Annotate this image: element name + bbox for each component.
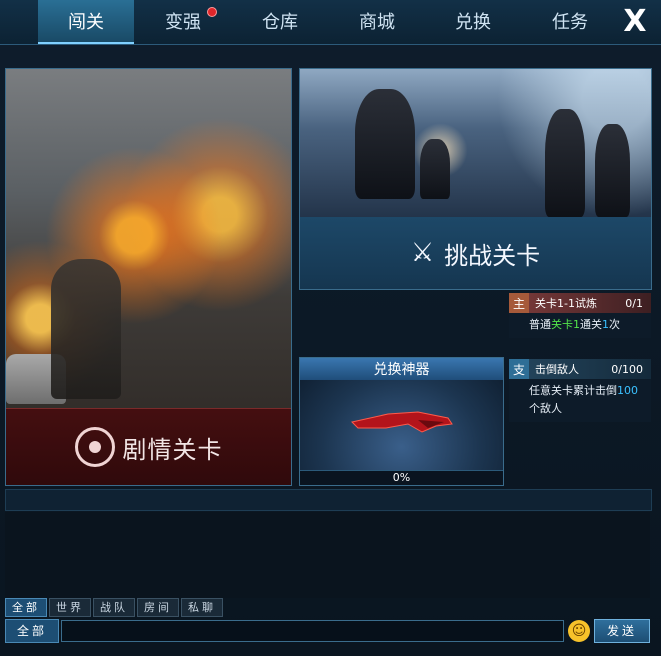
quest-desc-text: 普通 xyxy=(529,318,551,331)
chat-input[interactable] xyxy=(61,620,564,642)
artifact-weapon-icon xyxy=(351,411,453,433)
challenge-mode-card[interactable]: ⚔ 挑战关卡 xyxy=(299,68,652,290)
quest-header: 支 击倒敌人 0/100 xyxy=(509,359,651,379)
soldier-figure xyxy=(355,89,415,199)
chat-notice-strip xyxy=(5,489,652,511)
quest-desc-text: 任意关卡累计击倒 xyxy=(529,384,617,397)
chat-tab-all[interactable]: 全部 xyxy=(5,598,47,617)
tab-exchange[interactable]: 兑换 xyxy=(425,0,521,42)
exchange-artifact-title: 兑换神器 xyxy=(300,358,503,380)
challenge-scene-illustration xyxy=(300,69,651,217)
tab-levels[interactable]: 闯关 xyxy=(38,0,134,44)
chat-channel-tabs: 全部 世界 战队 房间 私聊 xyxy=(5,598,223,617)
chat-channel-select[interactable]: 全部 xyxy=(5,619,59,643)
story-mode-label: 剧情关卡 xyxy=(122,435,223,464)
tab-label: 任务 xyxy=(552,12,588,33)
soldier-figure xyxy=(420,139,450,199)
exchange-progress-bar: 0% xyxy=(300,470,503,485)
quest-main[interactable]: 主 关卡1-1试炼 0/1 普通关卡1通关1次 xyxy=(509,293,651,338)
chat-messages-area[interactable] xyxy=(5,512,650,598)
chat-input-row: 全部 ☺ 发送 xyxy=(5,619,650,643)
quest-type-tag: 支 xyxy=(509,359,529,379)
soldier-illustration xyxy=(51,259,121,399)
chat-tab-private[interactable]: 私聊 xyxy=(181,598,223,617)
send-button[interactable]: 发送 xyxy=(594,619,650,643)
chat-tab-room[interactable]: 房间 xyxy=(137,598,179,617)
quest-progress: 0/100 xyxy=(611,362,643,376)
tab-label: 闯关 xyxy=(68,12,104,33)
quest-type-tag: 主 xyxy=(509,293,529,313)
soldier-figure xyxy=(595,124,630,217)
quest-desc-highlight: 关卡1 xyxy=(551,318,580,331)
game-window: 闯关 变强 仓库 商城 兑换 任务 X 剧情关卡 ⚔ 挑战关卡 主 关卡1-1试… xyxy=(0,0,661,656)
story-mode-button[interactable]: 剧情关卡 xyxy=(6,408,291,485)
quest-header: 主 关卡1-1试炼 0/1 xyxy=(509,293,651,313)
quest-title: 击倒敌人 xyxy=(535,363,579,376)
tab-tasks[interactable]: 任务 xyxy=(522,0,618,42)
exchange-artifact-card[interactable]: 兑换神器 0% xyxy=(299,357,504,486)
tab-label: 兑换 xyxy=(455,12,491,33)
close-icon[interactable]: X xyxy=(621,4,649,39)
quest-description: 普通关卡1通关1次 xyxy=(509,313,651,338)
tab-shop[interactable]: 商城 xyxy=(329,0,425,42)
story-mode-card[interactable]: 剧情关卡 xyxy=(5,68,292,486)
quest-title: 关卡1-1试炼 xyxy=(535,297,597,310)
quest-desc-text: 通关 xyxy=(580,318,602,331)
tab-label: 商城 xyxy=(359,12,395,33)
quest-desc-text: 个敌人 xyxy=(529,402,562,415)
quest-side[interactable]: 支 击倒敌人 0/100 任意关卡累计击倒100 个敌人 xyxy=(509,359,651,422)
quest-desc-number: 1 xyxy=(602,318,609,331)
tab-label: 变强 xyxy=(165,12,201,33)
quest-desc-text: 次 xyxy=(609,318,620,331)
chat-tab-world[interactable]: 世界 xyxy=(49,598,91,617)
tab-label: 仓库 xyxy=(262,12,298,33)
emoji-icon[interactable]: ☺ xyxy=(568,620,590,642)
exchange-progress-text: 0% xyxy=(392,471,411,484)
soldier-figure xyxy=(545,109,585,217)
film-reel-icon xyxy=(74,427,115,467)
quest-description: 任意关卡累计击倒100 个敌人 xyxy=(509,379,651,422)
challenge-mode-button[interactable]: ⚔ 挑战关卡 xyxy=(300,217,651,289)
quest-progress: 0/1 xyxy=(625,296,643,310)
top-tab-bar: 闯关 变强 仓库 商城 兑换 任务 X xyxy=(0,0,661,45)
challenge-mode-label: 挑战关卡 xyxy=(444,241,541,270)
crossed-swords-icon: ⚔ xyxy=(410,238,435,268)
quest-desc-number: 100 xyxy=(617,384,638,397)
notification-badge xyxy=(207,7,217,17)
tab-warehouse[interactable]: 仓库 xyxy=(232,0,328,42)
chat-tab-team[interactable]: 战队 xyxy=(93,598,135,617)
tab-strengthen[interactable]: 变强 xyxy=(135,0,231,42)
